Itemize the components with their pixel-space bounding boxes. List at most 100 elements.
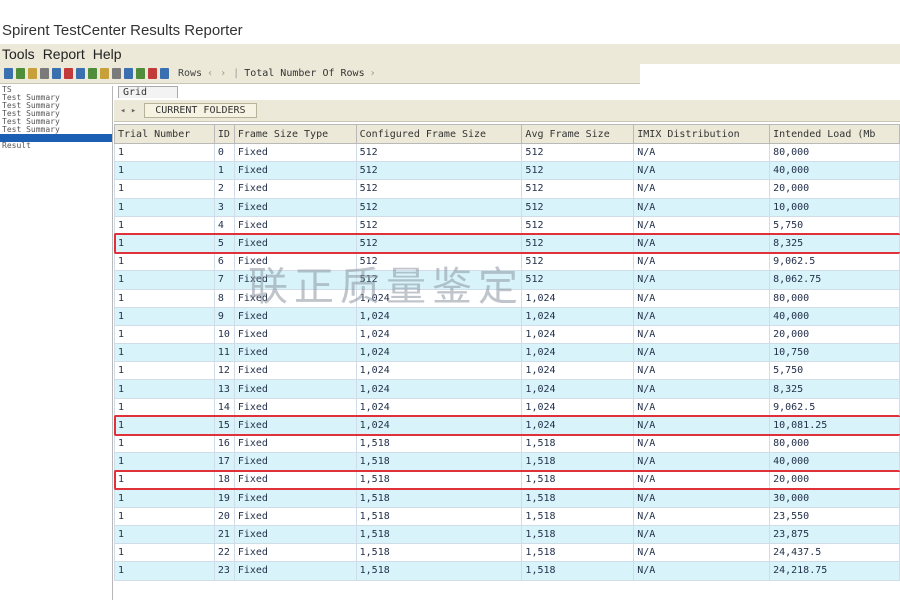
toolbar-button-icon[interactable] [112, 68, 121, 79]
table-cell: 1,024 [521, 397, 635, 417]
table-row[interactable]: 1 23 Fixed 1,518 1,518 N/A 24,218.75 [114, 561, 900, 581]
table-row[interactable]: 1 6 Fixed 512 512 N/A 9,062.5 [114, 252, 900, 272]
nav-next-arrow-icon[interactable]: › [220, 68, 226, 79]
table-cell: 1 [114, 142, 215, 163]
toolbar-button-icon[interactable] [52, 68, 61, 79]
table-row[interactable]: 1 17 Fixed 1,518 1,518 N/A 40,000 [114, 452, 900, 472]
table-cell: 1,518 [355, 433, 523, 454]
toolbar-button-icon[interactable] [40, 68, 49, 79]
table-cell: 11 [213, 343, 235, 363]
tree-item[interactable]: Test Summary [0, 94, 112, 102]
table-row[interactable]: 1 10 Fixed 1,024 1,024 N/A 20,000 [114, 324, 900, 345]
table-row[interactable]: 1 19 Fixed 1,518 1,518 N/A 30,000 [114, 488, 900, 508]
table-cell: 1 [114, 197, 215, 217]
toolbar-button-icon[interactable] [148, 68, 157, 79]
toolbar-button-icon[interactable] [160, 68, 169, 79]
table-cell: 512 [355, 161, 523, 181]
tab-grid[interactable]: Grid [118, 86, 178, 98]
table-row[interactable]: 1 3 Fixed 512 512 N/A 10,000 [114, 197, 900, 217]
toolbar-button-icon[interactable] [124, 68, 133, 79]
table-cell: Fixed [233, 252, 357, 272]
table-cell: 512 [355, 142, 523, 163]
total-rows-arrow-icon[interactable]: › [370, 68, 376, 79]
nav-prev-arrow-icon[interactable]: ‹ [207, 68, 213, 79]
table-row[interactable]: 1 11 Fixed 1,024 1,024 N/A 10,750 [114, 343, 900, 363]
table-cell: 512 [355, 179, 523, 199]
toolbar-button-icon[interactable] [64, 68, 73, 79]
table-cell: 512 [355, 215, 523, 235]
nav-rows-label: Rows [178, 68, 203, 79]
table-cell: 1 [114, 306, 215, 326]
table-cell: 4 [213, 215, 235, 235]
table-cell: 512 [521, 252, 635, 272]
tree-item[interactable]: TS [0, 86, 112, 94]
table-cell: 1,518 [355, 561, 523, 581]
table-cell: 13 [213, 379, 235, 399]
table-cell: 7 [213, 270, 235, 290]
table-row[interactable]: 1 14 Fixed 1,024 1,024 N/A 9,062.5 [114, 397, 900, 417]
table-cell: 9 [213, 306, 235, 326]
table-cell: Fixed [233, 270, 357, 290]
table-cell: 1 [114, 379, 215, 399]
toolbar-button-icon[interactable] [16, 68, 25, 79]
table-row[interactable]: 1 5 Fixed 512 512 N/A 8,325 [114, 233, 900, 254]
toolbar-button-icon[interactable] [28, 68, 37, 79]
table-row[interactable]: 1 9 Fixed 1,024 1,024 N/A 40,000 [114, 306, 900, 326]
table-row[interactable]: 1 7 Fixed 512 512 N/A 8,062.75 [114, 270, 900, 290]
table-cell: 512 [355, 252, 523, 272]
toolbar-button-icon[interactable] [136, 68, 145, 79]
table-row[interactable]: 1 0 Fixed 512 512 N/A 80,000 [114, 142, 900, 163]
table-cell: N/A [633, 379, 771, 399]
tree-item[interactable] [0, 134, 112, 142]
folder-scroll-arrows-icon[interactable]: ◂ ▸ [120, 106, 136, 116]
table-cell: 1,518 [521, 561, 635, 581]
column-header[interactable]: Intended Load (Mb [769, 124, 900, 144]
toolbar-button-icon[interactable] [88, 68, 97, 79]
tree-item[interactable]: Test Summary [0, 126, 112, 134]
table-row[interactable]: 1 15 Fixed 1,024 1,024 N/A 10,081.25 [114, 415, 900, 436]
results-tree[interactable]: TS Test Summary Test Summary Test Summary Te… [0, 86, 113, 600]
table-row[interactable]: 1 18 Fixed 1,518 1,518 N/A 20,000 [114, 470, 900, 490]
toolbar-button-icon[interactable] [100, 68, 109, 79]
table-cell: 18 [213, 470, 235, 490]
tree-item[interactable]: Result [0, 142, 112, 150]
table-row[interactable]: 1 8 Fixed 1,024 1,024 N/A 80,000 [114, 288, 900, 308]
table-cell: 512 [355, 233, 523, 254]
table-cell: 1 [114, 470, 215, 490]
table-row[interactable]: 1 13 Fixed 1,024 1,024 N/A 8,325 [114, 379, 900, 399]
column-header[interactable]: IMIX Distribution [633, 124, 771, 144]
column-header[interactable]: Configured Frame Size [355, 124, 523, 144]
tree-item[interactable]: Test Summary [0, 110, 112, 118]
table-row[interactable]: 1 2 Fixed 512 512 N/A 20,000 [114, 179, 900, 199]
column-header[interactable]: Trial Number [114, 124, 215, 144]
table-row[interactable]: 1 22 Fixed 1,518 1,518 N/A 24,437.5 [114, 543, 900, 563]
table-cell: 1 [114, 488, 215, 508]
table-row[interactable]: 1 12 Fixed 1,024 1,024 N/A 5,750 [114, 361, 900, 381]
table-cell: 1 [114, 361, 215, 381]
column-header[interactable]: Frame Size Type [233, 124, 357, 144]
menu-report[interactable]: Report [43, 46, 85, 62]
table-row[interactable]: 1 20 Fixed 1,518 1,518 N/A 23,550 [114, 506, 900, 526]
menu-tools[interactable]: Tools [2, 46, 35, 62]
menu-help[interactable]: Help [93, 46, 122, 62]
folder-tab-current[interactable]: CURRENT FOLDERS [144, 103, 257, 118]
table-cell: 1 [114, 179, 215, 199]
tree-item[interactable]: Test Summary [0, 118, 112, 126]
table-cell: 1,024 [355, 343, 523, 363]
table-row[interactable]: 1 16 Fixed 1,518 1,518 N/A 80,000 [114, 433, 900, 454]
toolbar-divider: | [233, 68, 240, 79]
toolbar-button-icon[interactable] [76, 68, 85, 79]
table-cell: 1,024 [521, 361, 635, 381]
table-cell: 512 [521, 179, 635, 199]
column-header[interactable]: ID [213, 124, 235, 144]
table-row[interactable]: 1 4 Fixed 512 512 N/A 5,750 [114, 215, 900, 235]
table-cell: 16 [213, 433, 235, 454]
table-cell: 24,218.75 [769, 561, 900, 581]
table-row[interactable]: 1 21 Fixed 1,518 1,518 N/A 23,875 [114, 524, 900, 545]
tree-item[interactable]: Test Summary [0, 102, 112, 110]
toolbar-button-icon[interactable] [4, 68, 13, 79]
table-cell: 1,024 [355, 361, 523, 381]
column-header[interactable]: Avg Frame Size [521, 124, 635, 144]
table-cell: 80,000 [769, 433, 900, 454]
table-row[interactable]: 1 1 Fixed 512 512 N/A 40,000 [114, 161, 900, 181]
